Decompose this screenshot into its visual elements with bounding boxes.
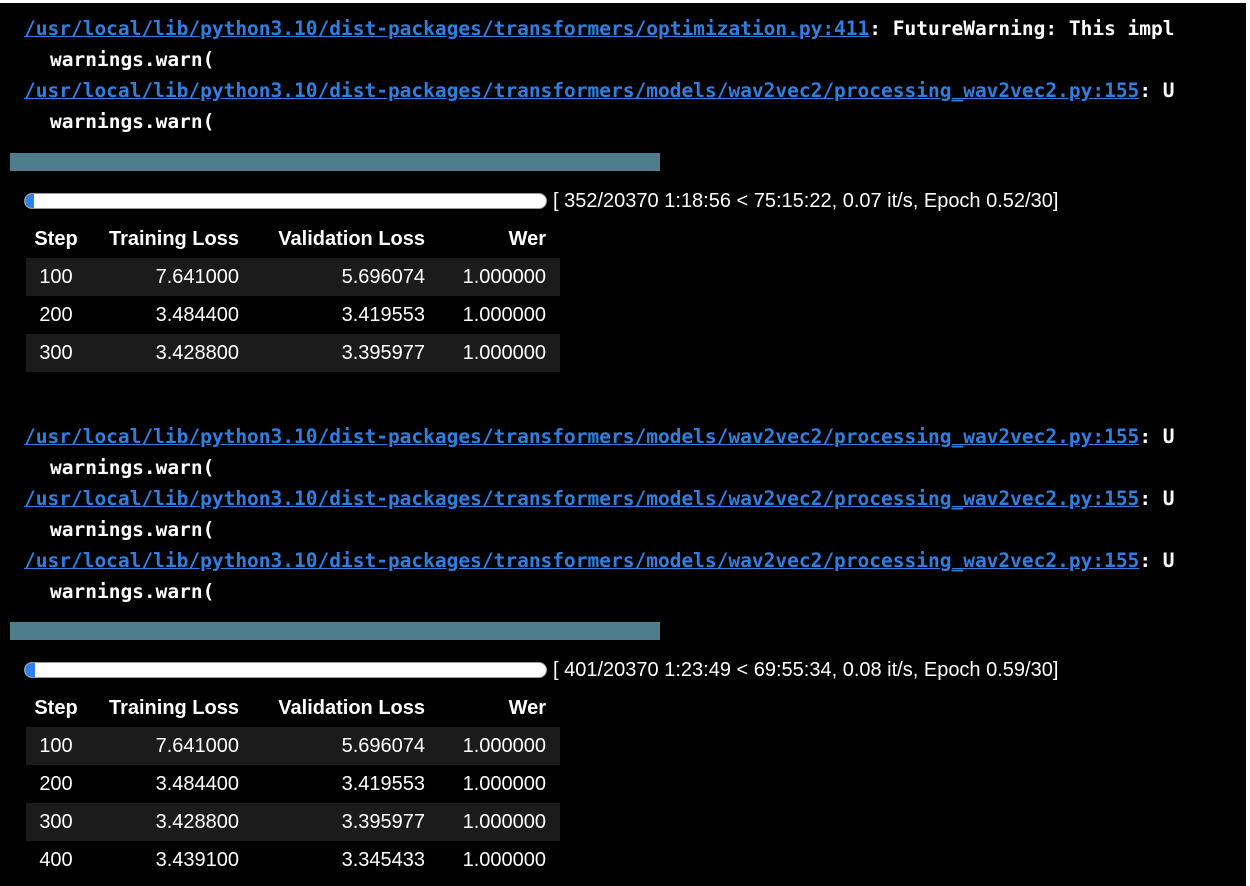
- training-progress: [ 401/20370 1:23:49 < 69:55:34, 0.08 it/…: [24, 657, 1058, 683]
- progress-status: [ 352/20370 1:18:56 < 75:15:22, 0.07 it/…: [553, 189, 1059, 212]
- cell-wer: 1.000000: [439, 841, 560, 879]
- window-right-border: [1246, 0, 1250, 886]
- cell-validation-loss: 5.696074: [253, 727, 439, 765]
- cell-step: 100: [26, 258, 86, 296]
- warning-line: /usr/local/lib/python3.10/dist-packages/…: [24, 75, 1175, 106]
- phase-separator-bar: [10, 153, 660, 171]
- metrics-table: Step Training Loss Validation Loss Wer 100 7.…: [26, 689, 560, 879]
- column-header: Step: [26, 220, 86, 258]
- progress-bar: [24, 193, 547, 209]
- cell-step: 300: [26, 803, 86, 841]
- phase-separator-bar: [10, 622, 660, 640]
- cell-validation-loss: 3.395977: [253, 334, 439, 372]
- cell-training-loss: 3.484400: [86, 296, 253, 334]
- warning-line: /usr/local/lib/python3.10/dist-packages/…: [24, 421, 1175, 452]
- table-header-row: Step Training Loss Validation Loss Wer: [26, 220, 560, 258]
- table-row: 300 3.428800 3.395977 1.000000: [26, 334, 560, 372]
- cell-wer: 1.000000: [439, 334, 560, 372]
- cell-step: 400: [26, 841, 86, 879]
- warning-line: /usr/local/lib/python3.10/dist-packages/…: [24, 13, 1175, 44]
- cell-validation-loss: 3.419553: [253, 296, 439, 334]
- cell-output: /usr/local/lib/python3.10/dist-packages/…: [0, 3, 1246, 886]
- column-header: Wer: [439, 220, 560, 258]
- cell-wer: 1.000000: [439, 296, 560, 334]
- warning-text: : U: [1139, 79, 1175, 102]
- table-row: 200 3.484400 3.419553 1.000000: [26, 296, 560, 334]
- source-link[interactable]: /usr/local/lib/python3.10/dist-packages/…: [24, 79, 1139, 102]
- cell-wer: 1.000000: [439, 803, 560, 841]
- column-header: Validation Loss: [253, 220, 439, 258]
- warning-text: : FutureWarning: This impl: [869, 17, 1175, 40]
- column-header: Step: [26, 689, 86, 727]
- progress-status: [ 401/20370 1:23:49 < 69:55:34, 0.08 it/…: [553, 658, 1059, 681]
- cell-validation-loss: 5.696074: [253, 258, 439, 296]
- cell-wer: 1.000000: [439, 765, 560, 803]
- warning-text: : U: [1139, 549, 1175, 572]
- cell-step: 100: [26, 727, 86, 765]
- source-link[interactable]: /usr/local/lib/python3.10/dist-packages/…: [24, 17, 869, 40]
- progress-bar: [24, 662, 547, 678]
- cell-step: 300: [26, 334, 86, 372]
- cell-training-loss: 3.484400: [86, 765, 253, 803]
- cell-validation-loss: 3.345433: [253, 841, 439, 879]
- source-link[interactable]: /usr/local/lib/python3.10/dist-packages/…: [24, 549, 1139, 572]
- table-row: 300 3.428800 3.395977 1.000000: [26, 803, 560, 841]
- cell-step: 200: [26, 296, 86, 334]
- cell-validation-loss: 3.419553: [253, 765, 439, 803]
- cell-wer: 1.000000: [439, 258, 560, 296]
- source-link[interactable]: /usr/local/lib/python3.10/dist-packages/…: [24, 487, 1139, 510]
- column-header: Validation Loss: [253, 689, 439, 727]
- metrics-table: Step Training Loss Validation Loss Wer 100 7.…: [26, 220, 560, 372]
- warning-call: warnings.warn(: [50, 48, 215, 71]
- warning-text: : U: [1139, 487, 1175, 510]
- cell-training-loss: 7.641000: [86, 727, 253, 765]
- table-row: 100 7.641000 5.696074 1.000000: [26, 258, 560, 296]
- warning-call: warnings.warn(: [50, 580, 215, 603]
- table-row: 200 3.484400 3.419553 1.000000: [26, 765, 560, 803]
- warning-text: : U: [1139, 425, 1175, 448]
- progress-bar-fill: [25, 194, 34, 208]
- table-row: 100 7.641000 5.696074 1.000000: [26, 727, 560, 765]
- warning-line: /usr/local/lib/python3.10/dist-packages/…: [24, 545, 1175, 576]
- column-header: Wer: [439, 689, 560, 727]
- source-link[interactable]: /usr/local/lib/python3.10/dist-packages/…: [24, 425, 1139, 448]
- cell-step: 200: [26, 765, 86, 803]
- warning-call: warnings.warn(: [50, 456, 215, 479]
- column-header: Training Loss: [86, 689, 253, 727]
- table-header-row: Step Training Loss Validation Loss Wer: [26, 689, 560, 727]
- cell-training-loss: 3.428800: [86, 334, 253, 372]
- cell-training-loss: 3.439100: [86, 841, 253, 879]
- cell-training-loss: 7.641000: [86, 258, 253, 296]
- cell-wer: 1.000000: [439, 727, 560, 765]
- warning-call: warnings.warn(: [50, 518, 215, 541]
- warning-line: /usr/local/lib/python3.10/dist-packages/…: [24, 483, 1175, 514]
- table-row: 400 3.439100 3.345433 1.000000: [26, 841, 560, 879]
- cell-validation-loss: 3.395977: [253, 803, 439, 841]
- column-header: Training Loss: [86, 220, 253, 258]
- cell-training-loss: 3.428800: [86, 803, 253, 841]
- progress-bar-fill: [25, 663, 36, 677]
- warning-call: warnings.warn(: [50, 110, 215, 133]
- training-progress: [ 352/20370 1:18:56 < 75:15:22, 0.07 it/…: [24, 188, 1058, 214]
